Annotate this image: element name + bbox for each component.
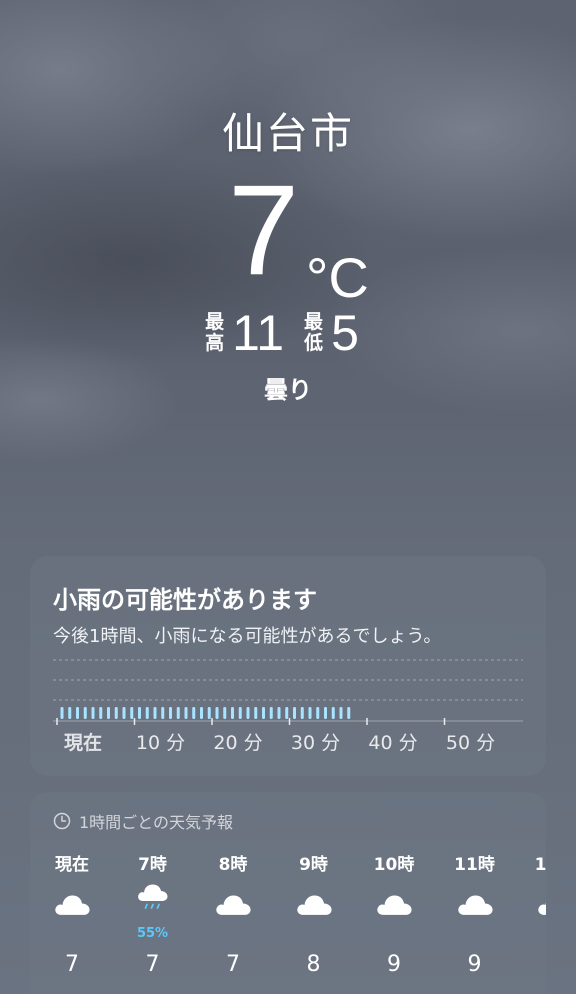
hourly-forecast-item[interactable]: 9時 8 — [279, 792, 349, 994]
current-weather-header: 仙台市 — [0, 100, 576, 161]
city-name: 仙台市 — [221, 109, 354, 158]
low-label-char-2: 低 — [304, 332, 324, 354]
precipitation-bar — [99, 707, 103, 719]
precipitation-bar — [262, 707, 265, 719]
hour-temperature: 8 — [306, 952, 321, 977]
precipitation-bar — [254, 707, 258, 719]
low-label-char-1: 最 — [304, 311, 324, 333]
high-label-char-2: 高 — [205, 332, 225, 354]
hour-temperature: 7 — [65, 952, 79, 977]
precipitation-bar — [246, 707, 250, 719]
hour-label: 7時 — [138, 855, 167, 875]
precipitation-bar — [324, 707, 327, 719]
hourly-forecast-item[interactable]: 10時 9 — [359, 792, 429, 994]
cloud-rain-icon — [136, 882, 170, 916]
precipitation-bar — [161, 707, 165, 719]
precipitation-bar — [114, 707, 118, 719]
hour-temperature: 7 — [226, 952, 240, 977]
low-temperature: 5 — [331, 305, 359, 361]
precipitation-tick-label: 20 分 — [213, 732, 263, 754]
hourly-forecast-card[interactable]: 1時間ごとの天気予報 現在77時55%78時79時810時911時912時1 — [30, 792, 546, 994]
cloud-icon — [214, 892, 252, 920]
hour-label: 10時 — [373, 855, 415, 875]
hour-temperature: 9 — [467, 952, 482, 977]
precipitation-tick-label: 40 分 — [368, 732, 418, 754]
precipitation-bar — [107, 707, 110, 719]
precipitation-bar — [68, 707, 72, 719]
temperature-unit: °C — [306, 246, 369, 309]
precipitation-bar — [153, 707, 157, 719]
precipitation-bar — [192, 707, 196, 719]
precipitation-bar — [316, 707, 320, 719]
hourly-forecast-item[interactable]: 7時 55% 7 — [118, 792, 188, 994]
hour-label: 12時 — [534, 855, 546, 875]
cloud-icon — [375, 892, 413, 920]
precipitation-bar — [300, 707, 304, 719]
condition-text: 曇り — [264, 376, 312, 404]
precipitation-bar — [130, 707, 134, 719]
precipitation-bar — [293, 707, 296, 719]
precipitation-bar — [285, 707, 289, 719]
hourly-forecast-item[interactable]: 8時 7 — [198, 792, 268, 994]
precipitation-tick-label: 50 分 — [445, 732, 496, 754]
precipitation-bar — [83, 707, 87, 719]
precipitation-bar — [122, 707, 126, 719]
cloud-icon — [456, 892, 494, 920]
precipitation-bar — [169, 707, 172, 719]
precipitation-bar — [347, 707, 351, 719]
cloud-icon — [536, 892, 546, 920]
precipitation-bar — [308, 707, 312, 719]
precipitation-tick-label: 30 分 — [290, 732, 341, 754]
precipitation-time-axis: 現在 10 分 20 分 30 分 40 分 50 分 — [30, 728, 546, 754]
precipitation-bar — [200, 707, 203, 719]
high-low-row: 最 高 11 最 低 5 — [0, 306, 576, 360]
hour-label: 8時 — [218, 855, 248, 875]
precipitation-bar — [76, 707, 79, 719]
precipitation-card[interactable]: 小雨の可能性があります 今後1時間、小雨になる可能性があるでしょう。 現在 10 … — [30, 556, 546, 776]
cloud-icon — [53, 892, 91, 920]
hour-label: 現在 — [55, 855, 89, 875]
hourly-forecast-item[interactable]: 現在 7 — [37, 792, 107, 994]
precipitation-bar — [339, 707, 343, 719]
precipitation-bar — [277, 707, 281, 719]
hour-temperature: 7 — [145, 952, 160, 977]
precipitation-bar — [215, 707, 219, 719]
precipitation-bar — [60, 707, 64, 719]
precipitation-probability: 55% — [136, 926, 169, 941]
precipitation-bar — [91, 707, 95, 719]
precipitation-bar — [331, 707, 335, 719]
precipitation-bar — [231, 707, 234, 719]
precipitation-tick-label: 10 分 — [135, 732, 186, 754]
low-label: 最 低 — [304, 312, 323, 354]
high-temperature: 11 — [232, 305, 285, 361]
hour-temperature: 9 — [387, 952, 401, 977]
precipitation-bar — [238, 707, 242, 719]
precipitation-tick-label: 現在 — [63, 732, 103, 754]
precipitation-bar — [138, 707, 141, 719]
precipitation-bar — [269, 707, 273, 719]
current-temperature: 7 — [228, 159, 300, 302]
precipitation-bar — [184, 707, 188, 719]
precipitation-bar — [145, 707, 149, 719]
temperature-block: 7 °C — [0, 159, 576, 309]
precipitation-bar — [223, 707, 227, 719]
hourly-forecast-item[interactable]: 11時 9 — [440, 792, 510, 994]
cloud-icon — [295, 892, 333, 920]
high-label-char-1: 最 — [205, 311, 225, 333]
hour-label: 11時 — [454, 855, 495, 875]
hour-label: 9時 — [299, 855, 328, 875]
hourly-forecast-item[interactable]: 12時1 — [520, 792, 546, 994]
precipitation-bar — [176, 707, 180, 719]
high-label: 最 高 — [205, 312, 224, 354]
precipitation-bar — [207, 707, 211, 719]
